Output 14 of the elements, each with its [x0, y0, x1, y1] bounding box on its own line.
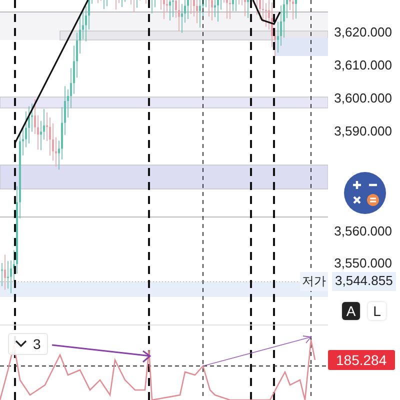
indicator-legend-button[interactable]: 3	[8, 333, 48, 355]
price-axis-label: 3,620.000	[334, 24, 392, 40]
trend-line	[252, 0, 281, 25]
price-axis-label: 3,590.000	[334, 124, 392, 138]
low-price-value: 3,544.855	[332, 272, 396, 291]
indicator-value-badge: 185.284	[328, 350, 395, 370]
scale-button[interactable]: L	[368, 302, 386, 320]
chevron-down-icon	[15, 340, 27, 348]
price-axis-label: 3,560.000	[334, 224, 392, 238]
price-axis-label: 3,550.000	[334, 256, 392, 270]
low-price-label: 저가	[300, 272, 328, 291]
price-axis-label: 3,610.000	[334, 58, 392, 72]
price-axis-label: 3,600.000	[334, 90, 392, 106]
scale-button[interactable]: A	[342, 302, 360, 320]
